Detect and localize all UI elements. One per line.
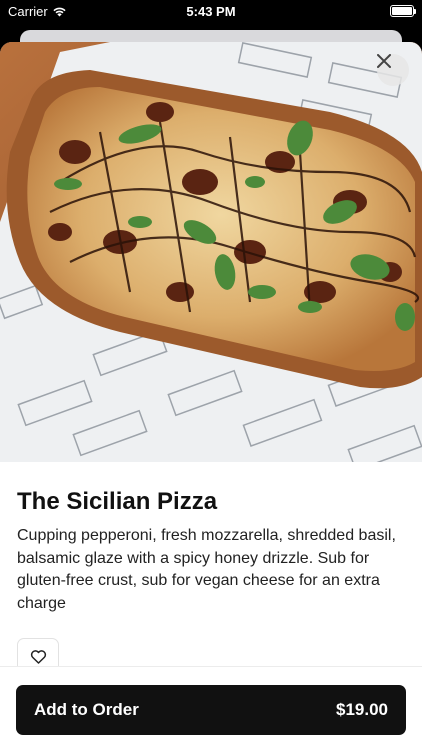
status-bar: Carrier 5:43 PM: [0, 0, 422, 22]
close-button[interactable]: [377, 54, 409, 86]
item-title: The Sicilian Pizza: [17, 488, 218, 515]
pizza-photo: [0, 42, 422, 462]
clock: 5:43 PM: [186, 4, 236, 19]
heart-icon: [30, 649, 46, 664]
add-to-order-label: Add to Order: [34, 700, 139, 719]
item-price: $19.00: [336, 700, 388, 719]
add-to-order-button[interactable]: Add to Order $19.00: [16, 685, 406, 735]
close-icon: [377, 54, 391, 68]
order-footer: Add to Order $19.00: [0, 666, 422, 750]
battery-icon: [390, 5, 416, 17]
item-detail-sheet: The Sicilian Pizza Cupping pepperoni, fr…: [0, 42, 422, 750]
item-description: Cupping pepperoni, fresh mozzarella, shr…: [17, 527, 396, 612]
